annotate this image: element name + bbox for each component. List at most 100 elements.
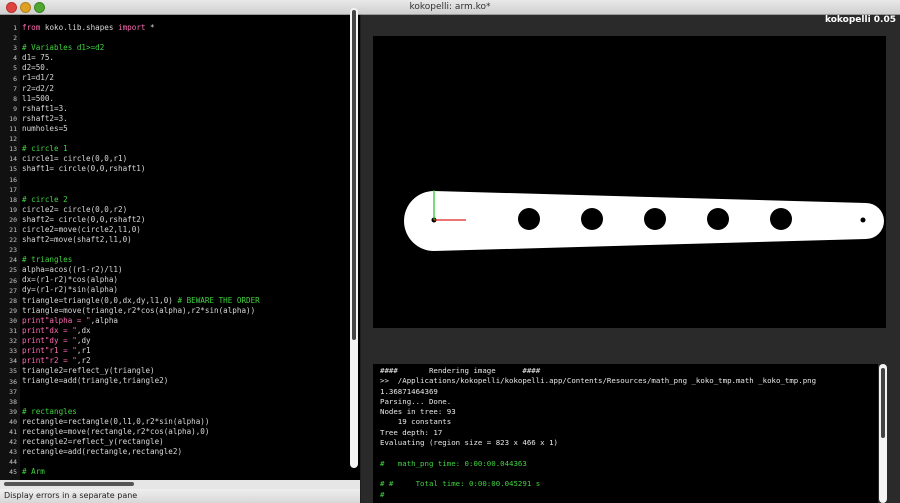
line-number: 6 (13, 74, 17, 83)
code-token: circle1= circle(0,0,r1) (22, 154, 128, 164)
code-line[interactable]: triangle=move(triangle,r2*cos(alpha),r2*… (20, 306, 348, 316)
code-line[interactable]: circle1= circle(0,0,r1) (20, 154, 348, 164)
editor-horizontal-thumb[interactable] (4, 482, 134, 486)
code-line[interactable] (20, 386, 348, 396)
line-number: 41 (9, 428, 17, 436)
code-line[interactable]: # Variables d1>=d2 (20, 43, 348, 53)
code-token: # circle 2 (22, 194, 68, 204)
console-line: Tree depth: 17 (380, 427, 443, 437)
code-token: shaft2=move(shaft2,l1,0) (22, 234, 132, 244)
code-token: # Arm (22, 467, 45, 477)
code-line[interactable]: print"dx = ",dx (20, 326, 348, 336)
code-line[interactable]: print"r1 = ",r1 (20, 346, 348, 356)
code-line[interactable]: rectangle2=reflect_y(rectangle) (20, 437, 348, 447)
console-line: Parsing... Done. (380, 396, 452, 406)
console-line: # math_png time: 0:00:00.044363 (380, 458, 527, 468)
status-bar: Display errors in a separate pane (0, 489, 360, 503)
line-number: 15 (9, 165, 17, 174)
hole-1 (518, 208, 540, 230)
code-line[interactable]: triangle=add(triangle,triangle2) (20, 376, 348, 386)
code-token: ,r2 (76, 356, 91, 366)
code-token: shaft2= circle(0,0,rshaft2) (22, 214, 146, 224)
code-line[interactable]: l1=500. (20, 94, 348, 104)
code-token: "r2 = " (44, 356, 77, 366)
code-line[interactable] (20, 457, 348, 467)
code-line[interactable]: rshaft1=3. (20, 104, 348, 114)
code-line[interactable]: rectangle=add(rectangle,rectangle2) (20, 447, 348, 457)
window-title: kokopelli: arm.ko* (409, 2, 491, 12)
line-number: 4 (13, 54, 17, 63)
code-line[interactable]: rectangle=move(rectangle,r2*cos(alpha),0… (20, 427, 348, 437)
code-line[interactable]: dy=(r1-r2)*sin(alpha) (20, 285, 348, 295)
code-line[interactable]: r1=d1/2 (20, 73, 348, 83)
line-number: 5 (13, 64, 17, 73)
hole-5 (770, 208, 792, 230)
line-number: 33 (9, 347, 17, 356)
code-line[interactable]: triangle2=reflect_y(triangle) (20, 366, 348, 376)
code-token: "alpha = " (44, 315, 91, 325)
console-output[interactable]: #### Rendering image #### >> /Application… (373, 364, 878, 503)
code-line[interactable]: d1= 75. (20, 53, 348, 63)
code-line[interactable]: print"dy = ",dy (20, 336, 348, 346)
code-line[interactable]: print"alpha = ",alpha (20, 316, 348, 326)
code-token: rectangle2=reflect_y(rectangle) (22, 436, 164, 446)
console-line: Nodes in tree: 93 (380, 407, 456, 417)
code-line[interactable] (20, 174, 348, 184)
code-line[interactable]: shaft2= circle(0,0,rshaft2) (20, 215, 348, 225)
code-line[interactable]: # triangles (20, 255, 348, 265)
editor-scroll-thumb[interactable] (352, 10, 356, 340)
code-line[interactable]: rectangle=rectangle(0,l1,0,r2*sin(alpha)… (20, 417, 348, 427)
line-number: 2 (13, 34, 17, 43)
code-token: # triangles (22, 255, 73, 265)
code-editor[interactable]: from koko.lib.shapes import * # Variables… (20, 15, 348, 489)
code-line[interactable] (20, 185, 348, 195)
console-scroll-thumb[interactable] (881, 368, 885, 438)
code-editor-pane[interactable]: from koko.lib.shapes import * # Variables… (0, 15, 360, 497)
line-number: 34 (9, 357, 17, 366)
code-line[interactable]: r2=d2/2 (20, 84, 348, 94)
code-line[interactable] (20, 33, 348, 43)
code-token: dy=(r1-r2)*sin(alpha) (22, 285, 119, 295)
line-number: 38 (9, 397, 17, 406)
line-number: 22 (9, 236, 17, 245)
code-line[interactable]: rshaft2=3. (20, 114, 348, 124)
console-line: # # Total time: 0:00:00.045291 s (380, 479, 541, 489)
code-line[interactable] (20, 396, 348, 406)
code-line[interactable]: alpha=acos((r1-r2)/l1) (20, 265, 348, 275)
code-line[interactable] (20, 245, 348, 255)
render-viewport[interactable] (373, 36, 886, 328)
code-token: r1=d1/2 (22, 73, 55, 83)
code-line[interactable] (20, 134, 348, 144)
code-line[interactable]: # circle 2 (20, 195, 348, 205)
hole-4 (707, 208, 729, 230)
hole-2 (581, 208, 603, 230)
code-token: rectangle=move(rectangle,r2*cos(alpha),0… (22, 426, 210, 436)
shaft-hole-2 (860, 217, 866, 223)
line-number: 26 (9, 276, 17, 285)
code-line[interactable]: dx=(r1-r2)*cos(alpha) (20, 275, 348, 285)
code-line[interactable]: numholes=5 (20, 124, 348, 134)
console-line: 1.36871464369 (380, 386, 438, 396)
line-number: 40 (9, 417, 17, 426)
console-line: #### Rendering image #### (380, 366, 541, 375)
line-number: 8 (13, 94, 17, 103)
code-line[interactable]: circle2=move(circle2,l1,0) (20, 225, 348, 235)
code-line[interactable]: from koko.lib.shapes import * (20, 23, 348, 33)
code-line[interactable]: triangle=triangle(0,0,dx,dy,l1,0) # BEWA… (20, 296, 348, 306)
code-token: print (22, 356, 45, 366)
code-line[interactable]: d2=50. (20, 63, 348, 73)
line-number: 36 (9, 377, 17, 386)
line-number: 25 (9, 266, 17, 275)
code-line[interactable]: shaft1= circle(0,0,rshaft1) (20, 164, 348, 174)
line-number: 45 (9, 468, 17, 477)
code-line[interactable]: circle2= circle(0,0,r2) (20, 205, 348, 215)
code-token: l1=500. (22, 93, 55, 103)
code-line[interactable]: # rectangles (20, 407, 348, 417)
code-line[interactable]: # circle 1 (20, 144, 348, 154)
console-line: >> /Applications/kokopelli/kokopelli.app… (380, 376, 817, 386)
code-line[interactable]: # Arm (20, 467, 348, 477)
code-token: circle2=move(circle2,l1,0) (22, 224, 141, 234)
code-line[interactable]: print"r2 = ",r2 (20, 356, 348, 366)
code-token: triangle2=reflect_y(triangle) (22, 366, 155, 376)
code-line[interactable]: shaft2=move(shaft2,l1,0) (20, 235, 348, 245)
